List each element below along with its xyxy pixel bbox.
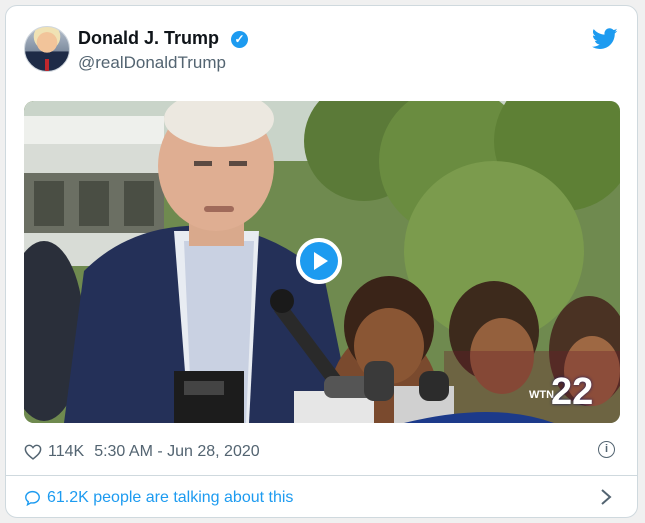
speech-bubble-icon — [25, 490, 40, 506]
play-button[interactable] — [296, 238, 342, 284]
tweet-meta: 114K 5:30 AM - Jun 28, 2020 — [24, 440, 270, 464]
avatar[interactable] — [24, 26, 70, 72]
conversation-text[interactable]: 61.2K people are talking about this — [47, 489, 293, 507]
chevron-right-icon[interactable] — [600, 488, 612, 506]
heart-icon[interactable] — [24, 444, 42, 460]
play-icon[interactable] — [300, 242, 338, 280]
tweet-timestamp[interactable]: 5:30 AM - Jun 28, 2020 — [94, 443, 259, 461]
info-icon[interactable]: i — [598, 441, 615, 458]
tweet-card[interactable]: Donald J. Trump ✓ @realDonaldTrump WTN 2… — [5, 5, 638, 518]
avatar-tie — [45, 59, 49, 71]
like-count[interactable]: 114K — [48, 443, 84, 461]
channel-logo: WTN 22 — [529, 371, 611, 417]
conversation-link[interactable]: 61.2K people are talking about this — [24, 487, 293, 509]
author-name[interactable]: Donald J. Trump — [78, 28, 219, 49]
author-handle[interactable]: @realDonaldTrump — [78, 53, 226, 73]
video-player[interactable]: WTN 22 — [24, 101, 620, 423]
divider — [6, 475, 637, 476]
verified-badge-icon: ✓ — [231, 31, 248, 48]
twitter-bird-icon[interactable] — [592, 28, 618, 50]
channel-number: 22 — [551, 371, 594, 413]
